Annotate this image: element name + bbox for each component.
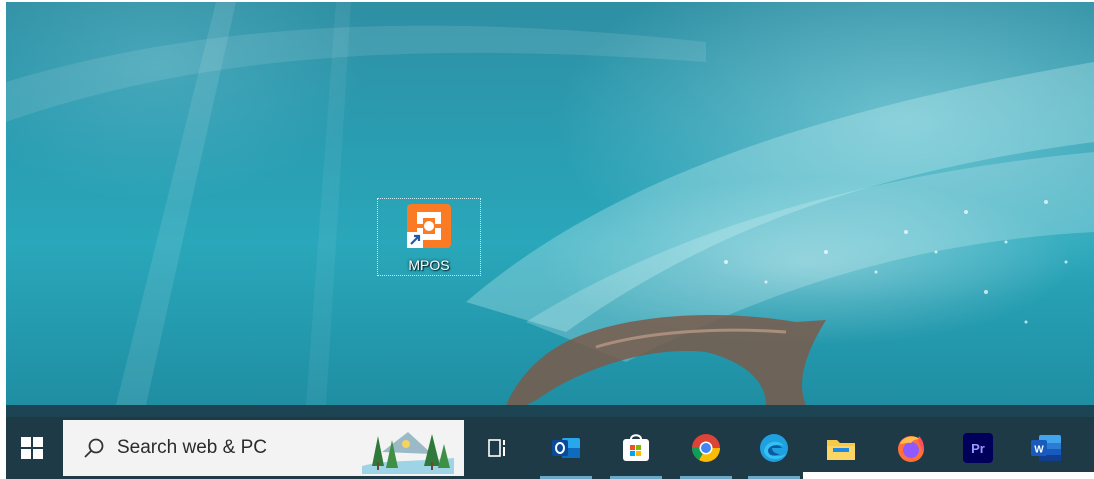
search-placeholder: Search web & PC (117, 437, 267, 458)
outlook-icon (552, 438, 580, 458)
taskbar-app-word[interactable]: W (1016, 417, 1076, 479)
taskbar-lower-strip (803, 472, 1094, 479)
taskbar-app-chrome[interactable] (676, 417, 736, 479)
task-view-button[interactable] (468, 417, 528, 479)
taskbar-app-edge[interactable] (744, 417, 804, 479)
taskbar: Search web & PC Pr W (6, 405, 1094, 479)
xampp-icon (405, 202, 453, 250)
desktop-wallpaper (6, 2, 1094, 405)
windows-logo-icon (21, 437, 43, 459)
word-icon: W (1031, 435, 1061, 461)
folder-icon (827, 440, 855, 460)
desktop-shortcut-mpos[interactable]: MPOS (377, 198, 481, 276)
shortcut-label: MPOS (408, 257, 450, 273)
start-button[interactable] (6, 417, 58, 479)
search-highlight-art (362, 432, 454, 474)
wallpaper-art (6, 2, 1094, 405)
firefox-icon (898, 436, 924, 462)
search-icon (84, 438, 104, 458)
desktop-screen: MPOS Search web & PC Pr W (6, 2, 1094, 479)
store-icon (623, 434, 649, 461)
task-view-icon (488, 439, 505, 457)
taskbar-app-store[interactable] (606, 417, 666, 479)
taskbar-app-file-explorer[interactable] (811, 417, 871, 479)
svg-text:Pr: Pr (971, 441, 985, 456)
edge-icon (760, 434, 788, 462)
taskbar-app-firefox[interactable] (881, 417, 941, 479)
taskbar-app-premiere-pro[interactable]: Pr (948, 417, 1008, 479)
chrome-icon (692, 434, 720, 462)
taskbar-app-outlook[interactable] (536, 417, 596, 479)
svg-text:W: W (1034, 445, 1044, 456)
taskbar-top-edge (6, 405, 1094, 417)
premiere-pro-icon: Pr (963, 433, 993, 463)
search-box[interactable]: Search web & PC (63, 420, 464, 476)
